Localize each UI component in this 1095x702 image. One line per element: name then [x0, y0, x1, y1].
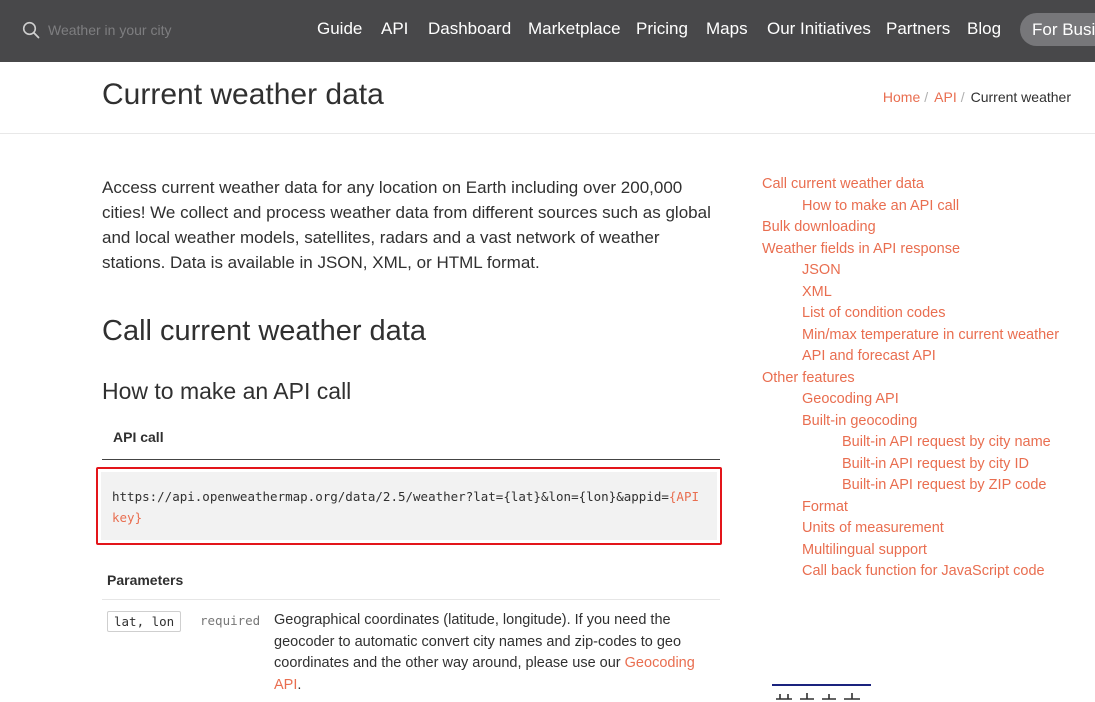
toc-item[interactable]: Units of measurement: [802, 518, 944, 538]
nav-pricing[interactable]: Pricing: [636, 19, 688, 39]
breadcrumb: Home / API / Current weather: [883, 89, 1071, 105]
breadcrumb-api[interactable]: API: [934, 89, 957, 105]
parameters-header: Parameters: [102, 561, 720, 600]
toc-item[interactable]: How to make an API call: [802, 196, 959, 216]
section-title: Call current weather data: [102, 315, 426, 347]
param-description: Geographical coordinates (latitude, long…: [274, 610, 720, 696]
subsection-title: How to make an API call: [102, 378, 352, 404]
parameters-label: Parameters: [107, 572, 184, 588]
breadcrumb-home[interactable]: Home: [883, 89, 920, 105]
param-required: required: [200, 613, 261, 628]
search-box[interactable]: [22, 18, 222, 42]
toc-item[interactable]: Built-in API request by city ID: [842, 454, 1029, 474]
page-title: Current weather data: [102, 78, 384, 111]
toc-item[interactable]: Other features: [762, 368, 855, 388]
toc-item[interactable]: Built-in API request by city name: [842, 432, 1051, 452]
nav-api[interactable]: API: [381, 19, 408, 39]
intro-paragraph: Access current weather data for any loca…: [102, 178, 711, 272]
search-input[interactable]: [48, 20, 218, 40]
toc-item[interactable]: Built-in geocoding: [802, 411, 917, 431]
param-desc-text: Geographical coordinates (latitude, long…: [274, 612, 682, 671]
breadcrumb-separator: /: [924, 89, 929, 105]
toc-item[interactable]: API and forecast API: [802, 346, 936, 366]
toc-item[interactable]: Built-in API request by ZIP code: [842, 475, 1046, 495]
nav-guide[interactable]: Guide: [317, 19, 362, 39]
highlight-box: [96, 467, 722, 545]
toc-item[interactable]: Weather fields in API response: [762, 239, 960, 259]
nav-partners[interactable]: Partners: [886, 19, 950, 39]
partial-widget-graphic: [776, 693, 860, 700]
nav-our-initiatives[interactable]: Our Initiatives: [767, 19, 871, 39]
nav-dashboard[interactable]: Dashboard: [428, 19, 511, 39]
breadcrumb-current: Current weather: [970, 89, 1071, 105]
nav-marketplace[interactable]: Marketplace: [528, 19, 621, 39]
param-desc-end: .: [297, 676, 302, 693]
toc-item[interactable]: XML: [802, 282, 832, 302]
param-name: lat, lon: [107, 611, 182, 632]
toc-item[interactable]: List of condition codes: [802, 303, 945, 323]
api-call-header: API call: [102, 423, 720, 460]
toc-item[interactable]: Format: [802, 497, 848, 517]
toc-item[interactable]: Bulk downloading: [762, 217, 876, 237]
for-business-button[interactable]: For Business: [1020, 13, 1095, 46]
toc-item[interactable]: Min/max temperature in current weather: [802, 325, 1059, 345]
toc-item[interactable]: Call current weather data: [762, 174, 924, 194]
title-bar: Current weather data Home / API / Current we…: [0, 62, 1095, 134]
nav-blog[interactable]: Blog: [967, 19, 1001, 39]
toc-item[interactable]: Geocoding API: [802, 389, 899, 409]
nav-maps[interactable]: Maps: [706, 19, 748, 39]
breadcrumb-separator: /: [960, 89, 965, 105]
api-call-label: API call: [113, 429, 164, 445]
toc-item[interactable]: Call back function for JavaScript code: [802, 561, 1045, 581]
search-icon[interactable]: [22, 21, 40, 39]
widget-top-border: [772, 684, 871, 686]
toc-item[interactable]: JSON: [802, 260, 841, 280]
top-nav: Guide API Dashboard Marketplace Pricing …: [0, 0, 1095, 62]
toc-item[interactable]: Multilingual support: [802, 540, 927, 560]
